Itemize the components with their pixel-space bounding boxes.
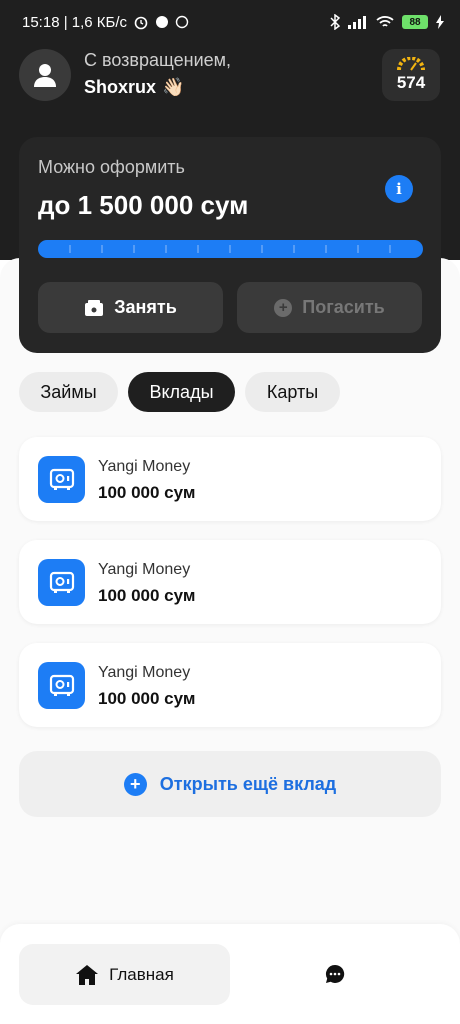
status-right: 88 xyxy=(330,14,444,30)
status-bar: 15:18 | 1,6 КБ/с 88 xyxy=(22,10,444,34)
deposit-name: Yangi Money xyxy=(98,561,191,578)
wifi-icon xyxy=(376,16,394,27)
borrow-button[interactable]: Занять xyxy=(38,282,223,333)
tab-deposits[interactable]: Вклады xyxy=(128,372,235,412)
safe-icon xyxy=(38,662,85,709)
home-icon xyxy=(76,964,99,985)
nav-home-label: Главная xyxy=(109,964,174,984)
open-deposit-button[interactable]: + Открыть ещё вклад xyxy=(19,751,441,817)
deposit-name: Yangi Money xyxy=(98,664,191,681)
bottom-nav: Главная xyxy=(0,924,460,1024)
plus-icon: + xyxy=(274,298,293,317)
avatar[interactable] xyxy=(19,49,71,101)
credit-progress-bar xyxy=(38,240,423,258)
charging-icon xyxy=(436,15,444,29)
credit-amount: до 1 500 000 сум xyxy=(38,190,249,220)
deposit-amount: 100 000 сум xyxy=(98,586,196,605)
wave-emoji: 👋🏻 xyxy=(162,77,185,97)
safe-icon xyxy=(38,456,85,503)
borrow-label: Занять xyxy=(114,297,177,317)
progress-ticks xyxy=(69,245,391,253)
chat-icon xyxy=(325,964,345,983)
tab-loans[interactable]: Займы xyxy=(19,372,118,412)
greeting-text: С возвращением, xyxy=(84,50,232,70)
avatar-person-icon xyxy=(34,64,56,87)
repay-label: Погасить xyxy=(302,297,385,317)
deposit-item[interactable]: Yangi Money 100 000 сум xyxy=(19,437,441,521)
sync-icon xyxy=(175,15,189,29)
tab-cards[interactable]: Карты xyxy=(245,372,340,412)
repay-button[interactable]: + Погасить xyxy=(237,282,422,333)
deposit-name: Yangi Money xyxy=(98,458,191,475)
credit-limit-card: Можно оформить до 1 500 000 сум i Занять… xyxy=(19,137,441,353)
wallet-icon xyxy=(85,299,104,316)
nav-chat[interactable] xyxy=(310,959,360,989)
status-time: 15:18 | 1,6 КБ/с xyxy=(22,13,128,31)
open-deposit-label: Открыть ещё вклад xyxy=(159,773,337,794)
signal-icon xyxy=(348,16,366,29)
cloud-icon xyxy=(156,16,169,28)
deposit-item[interactable]: Yangi Money 100 000 сум xyxy=(19,643,441,727)
deposit-amount: 100 000 сум xyxy=(98,689,196,708)
info-icon: i xyxy=(396,180,402,198)
bluetooth-icon xyxy=(330,14,340,30)
status-left: 15:18 | 1,6 КБ/с xyxy=(22,14,189,31)
safe-icon xyxy=(38,559,85,606)
credit-label: Можно оформить xyxy=(38,157,185,177)
battery-indicator: 88 xyxy=(402,15,428,29)
speedometer-icon xyxy=(397,57,425,71)
deposit-amount: 100 000 сум xyxy=(98,483,196,502)
plus-icon: + xyxy=(123,772,147,796)
alarm-icon xyxy=(134,16,148,30)
info-button[interactable]: i xyxy=(385,175,413,203)
nav-home[interactable]: Главная xyxy=(19,944,230,1005)
username: Shoxrux 👋🏻 xyxy=(84,77,184,98)
username-text: Shoxrux xyxy=(84,77,157,97)
deposit-item[interactable]: Yangi Money 100 000 сум xyxy=(19,540,441,624)
credit-score-value: 574 xyxy=(396,73,426,92)
credit-score-button[interactable]: 574 xyxy=(382,49,440,101)
